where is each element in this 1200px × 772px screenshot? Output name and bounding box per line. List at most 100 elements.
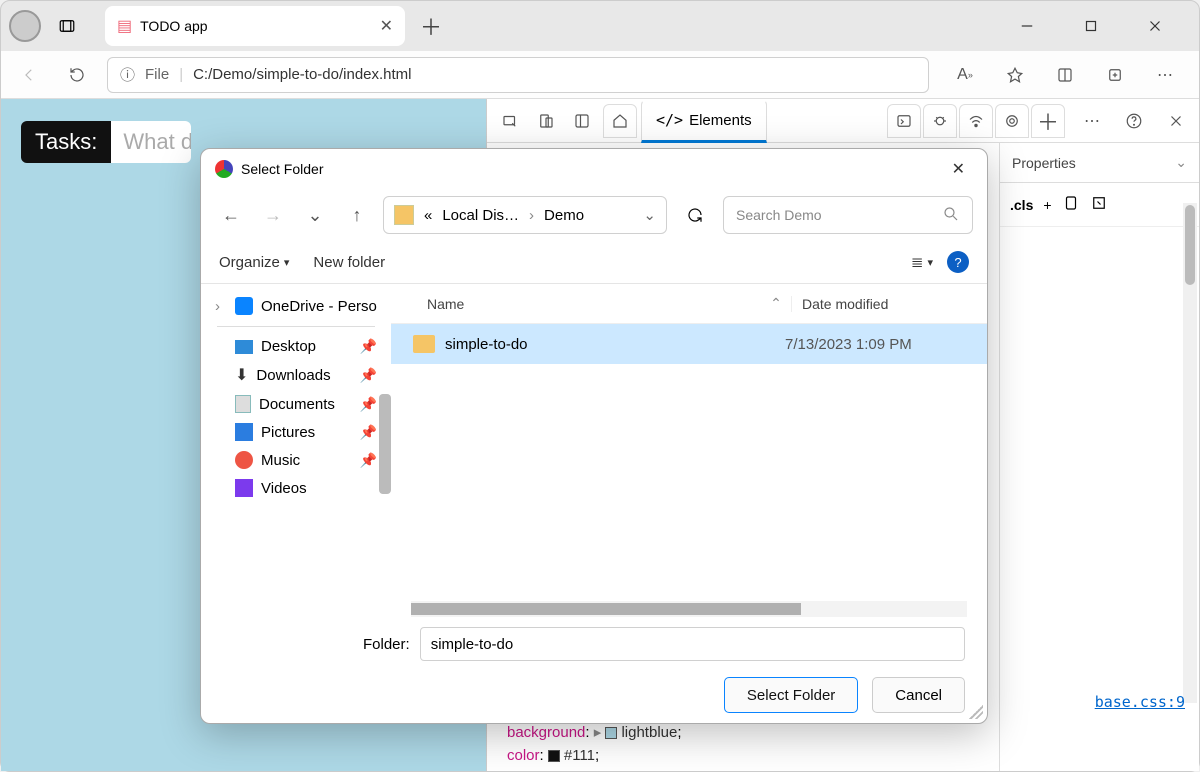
desktop-icon [235,340,253,354]
browser-tab[interactable]: ▤ TODO app ✕ [105,6,405,46]
info-icon[interactable]: ⓘ [120,64,135,85]
source-link[interactable]: base.css:9 [1095,693,1185,711]
toggle-icon[interactable] [1062,194,1080,215]
tree-item-documents[interactable]: Documents 📌 [205,390,387,418]
back-button[interactable] [11,57,47,93]
tab-elements[interactable]: </> Elements [641,99,767,143]
close-button[interactable] [1137,8,1173,44]
tree-item-downloads[interactable]: ⬇Downloads📌 [205,360,387,390]
tab-actions-icon[interactable] [49,8,85,44]
breadcrumb-item[interactable]: Demo [544,207,584,224]
maximize-button[interactable] [1073,8,1109,44]
search-field[interactable]: Search Demo [723,196,973,234]
tree-label: Pictures [261,424,315,441]
folder-icon [413,335,435,353]
devtools-close-icon[interactable] [1159,104,1193,138]
chevron-down-icon[interactable]: ⌄ [643,206,656,224]
search-icon [942,205,960,226]
column-date[interactable]: Date modified [791,296,987,312]
tab-title: TODO app [140,18,371,34]
window-controls [1009,8,1191,44]
network-icon[interactable] [959,104,993,138]
tree-item-pictures[interactable]: Pictures 📌 [205,418,387,446]
tree-label: Documents [259,396,335,413]
minimize-button[interactable] [1009,8,1045,44]
dialog-toolbar: Organize ▾ New folder ≣ ▾ ? [201,241,987,283]
more-tabs-icon[interactable]: ＋ [1031,104,1065,138]
dock-icon[interactable] [565,104,599,138]
tree-item-videos[interactable]: Videos [205,474,387,502]
list-scrollbar[interactable] [411,601,967,617]
cloud-icon [235,297,253,315]
url-field[interactable]: ⓘ File | C:/Demo/simple-to-do/index.html [107,57,929,93]
devtools-more-icon[interactable]: ⋯ [1075,104,1109,138]
column-name[interactable]: Name [391,296,761,312]
cancel-button[interactable]: Cancel [872,677,965,713]
expand-icon[interactable] [1090,194,1108,215]
read-aloud-icon[interactable]: A» [947,57,983,93]
up-button[interactable]: ↑ [341,199,373,231]
help-button[interactable]: ? [947,251,969,273]
css-prop: color [507,747,540,764]
breadcrumb-item[interactable]: Local Dis… [442,207,519,224]
css-code: background: ▸ lightblue; color: #111; [507,722,682,767]
tasks-input[interactable]: What do [111,121,191,163]
scrollbar[interactable] [1183,203,1197,703]
refresh-button[interactable] [59,57,95,93]
folder-input[interactable] [420,627,965,661]
performance-icon[interactable] [995,104,1029,138]
breadcrumb[interactable]: « Local Dis… › Demo ⌄ [383,196,667,234]
more-icon[interactable]: ⋯ [1147,57,1183,93]
css-val: lightblue [621,724,677,741]
favorite-icon[interactable] [997,57,1033,93]
resize-handle[interactable] [969,705,983,719]
chevron-down-icon: ⌄ [1175,154,1187,171]
styles-tab-properties[interactable]: Properties ⌄ [1000,143,1199,183]
collections-icon[interactable] [1097,57,1133,93]
add-rule-icon[interactable]: + [1043,197,1051,213]
tree-label: Music [261,452,300,469]
tree-item-desktop[interactable]: Desktop📌 [205,333,387,360]
profile-icon[interactable] [9,10,41,42]
new-tab-button[interactable]: ＋ [413,8,449,44]
chevron-down-icon: ▾ [284,256,290,269]
styles-pane: Properties ⌄ .cls + [999,143,1199,771]
item-name: simple-to-do [445,336,785,353]
tree-item-onedrive[interactable]: ›OneDrive - Perso [205,292,387,320]
dialog-close-button[interactable]: ✕ [944,155,973,183]
split-icon[interactable] [1047,57,1083,93]
devtools-toolbar: </> Elements ＋ ⋯ [487,99,1199,143]
tree-label: Videos [261,480,307,497]
welcome-icon[interactable] [603,104,637,138]
bug-icon[interactable] [923,104,957,138]
view-button[interactable]: ≣ ▾ [911,253,933,271]
select-folder-button[interactable]: Select Folder [724,677,858,713]
swatch-icon[interactable] [548,750,560,762]
new-folder-button[interactable]: New folder [313,254,385,271]
swatch-icon[interactable] [605,727,617,739]
tree-item-music[interactable]: Music📌 [205,446,387,474]
organize-label: Organize [219,254,280,271]
device-icon[interactable] [529,104,563,138]
search-placeholder: Search Demo [736,207,822,223]
inspect-icon[interactable] [493,104,527,138]
tab-close-icon[interactable]: ✕ [380,16,393,36]
address-bar: ⓘ File | C:/Demo/simple-to-do/index.html… [1,51,1199,99]
forward-button[interactable]: → [257,199,289,231]
refresh-button[interactable] [677,197,713,233]
dialog-footer: Folder: Select Folder Cancel [201,617,987,723]
back-button[interactable]: ← [215,199,247,231]
console-icon[interactable] [887,104,921,138]
help-icon[interactable] [1117,104,1151,138]
list-item[interactable]: simple-to-do 7/13/2023 1:09 PM [391,324,987,364]
css-val: #111 [564,747,595,764]
recent-button[interactable]: ⌄ [299,199,331,231]
pin-icon: 📌 [360,367,377,384]
pin-icon: 📌 [360,424,377,441]
tree-scrollbar[interactable] [379,394,391,494]
pin-icon: 📌 [360,396,377,413]
list-header: Name ⌃ Date modified [391,284,987,324]
cls-button[interactable]: .cls [1010,197,1033,213]
organize-button[interactable]: Organize ▾ [219,254,289,271]
properties-label: Properties [1012,155,1076,171]
